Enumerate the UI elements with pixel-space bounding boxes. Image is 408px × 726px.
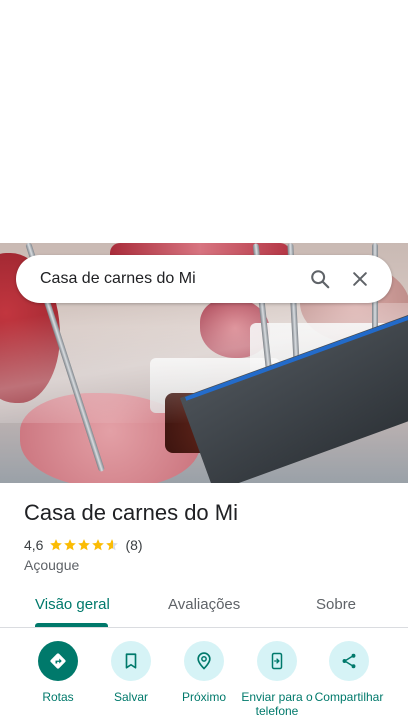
rating-stars bbox=[49, 538, 119, 552]
save-button[interactable]: Salvar bbox=[91, 641, 171, 704]
clear-search-button[interactable] bbox=[340, 259, 380, 299]
place-title: Casa de carnes do Mi bbox=[24, 500, 238, 525]
place-category[interactable]: Açougue bbox=[24, 557, 79, 573]
share-icon bbox=[342, 653, 356, 669]
rating-value: 4,6 bbox=[24, 537, 44, 553]
search-icon bbox=[311, 270, 330, 289]
tab-reviews[interactable]: Avaliações bbox=[168, 596, 240, 613]
rating-row[interactable]: 4,6 (8) bbox=[24, 537, 143, 553]
send-to-phone-label: Enviar para o telefone bbox=[241, 690, 313, 718]
send-to-phone-button[interactable]: Enviar para o telefone bbox=[237, 641, 317, 718]
send-to-phone-icon bbox=[271, 652, 283, 670]
nearby-icon bbox=[197, 652, 211, 670]
nearby-button[interactable]: Próximo bbox=[164, 641, 244, 704]
search-button[interactable] bbox=[300, 259, 340, 299]
active-tab-indicator bbox=[35, 623, 108, 627]
tab-overview[interactable]: Visão geral bbox=[35, 596, 110, 613]
search-bar[interactable]: Casa de carnes do Mi bbox=[16, 255, 392, 303]
nearby-label: Próximo bbox=[181, 690, 226, 704]
tab-about[interactable]: Sobre bbox=[316, 596, 356, 613]
star-icon bbox=[92, 539, 105, 551]
share-button[interactable]: Compartilhar bbox=[309, 641, 389, 704]
search-query[interactable]: Casa de carnes do Mi bbox=[40, 270, 300, 288]
star-icon bbox=[106, 539, 119, 551]
bookmark-icon bbox=[125, 653, 137, 669]
star-icon bbox=[78, 539, 91, 551]
tab-bar: Visão geral Avaliações Sobre bbox=[0, 585, 408, 628]
review-count: (8) bbox=[125, 537, 143, 553]
share-label: Compartilhar bbox=[314, 690, 384, 704]
save-label: Salvar bbox=[113, 690, 148, 704]
star-icon bbox=[50, 539, 63, 551]
directions-label: Rotas bbox=[42, 690, 74, 704]
place-details-screen: Casa de carnes do Mi Casa de carnes do M… bbox=[0, 0, 408, 726]
action-buttons: Rotas Salvar Próximo Enviar para o telef… bbox=[0, 641, 408, 726]
star-icon bbox=[64, 539, 77, 551]
close-icon bbox=[353, 272, 367, 286]
directions-button[interactable]: Rotas bbox=[18, 641, 98, 704]
directions-icon bbox=[50, 653, 66, 669]
